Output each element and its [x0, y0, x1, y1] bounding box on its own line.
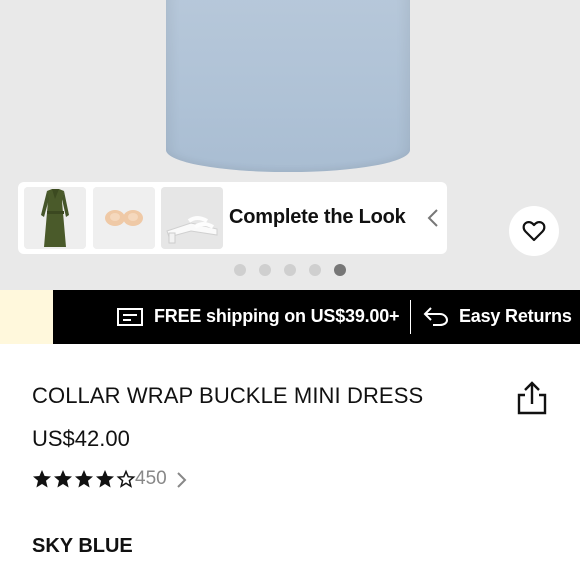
promo-banner[interactable]: FREE shipping on US$39.00+ Easy Returns — [53, 290, 580, 344]
product-image-gallery[interactable]: Complete the Look — [0, 0, 580, 290]
product-image-dress — [166, 0, 410, 172]
pagination-dot[interactable] — [259, 264, 271, 276]
chevron-left-icon[interactable] — [425, 208, 441, 228]
nude-pads-thumbnail[interactable] — [93, 187, 155, 249]
star-filled-icon — [33, 470, 51, 488]
complete-the-look-label: Complete the Look — [229, 206, 406, 228]
pagination-dot-active[interactable] — [334, 264, 346, 276]
product-title: COLLAR WRAP BUCKLE MINI DRESS — [32, 383, 424, 408]
promo-accent — [0, 290, 53, 344]
complete-the-look-panel[interactable]: Complete the Look — [18, 182, 447, 254]
olive-dress-thumbnail[interactable] — [24, 187, 86, 249]
white-sandals-thumbnail[interactable] — [161, 187, 223, 249]
share-icon[interactable] — [515, 380, 549, 416]
return-icon — [423, 307, 449, 326]
color-label: SKY BLUE — [32, 535, 133, 557]
heart-icon — [522, 220, 546, 242]
pagination-dot[interactable] — [309, 264, 321, 276]
star-filled-icon — [96, 470, 114, 488]
shipping-text: FREE shipping on US$39.00+ — [154, 306, 400, 326]
image-pagination — [234, 264, 346, 276]
returns-text: Easy Returns — [459, 306, 572, 326]
promo-divider — [410, 300, 411, 334]
rating-stars[interactable] — [32, 469, 136, 489]
review-count[interactable]: 450 — [135, 468, 167, 490]
star-filled-icon — [54, 470, 72, 488]
chevron-right-icon[interactable] — [176, 471, 188, 489]
star-filled-icon — [75, 470, 93, 488]
star-outline-icon — [116, 469, 136, 488]
pagination-dot[interactable] — [284, 264, 296, 276]
product-price: US$42.00 — [32, 426, 130, 451]
shipping-icon — [117, 308, 143, 326]
favorite-button[interactable] — [509, 206, 559, 256]
pagination-dot[interactable] — [234, 264, 246, 276]
